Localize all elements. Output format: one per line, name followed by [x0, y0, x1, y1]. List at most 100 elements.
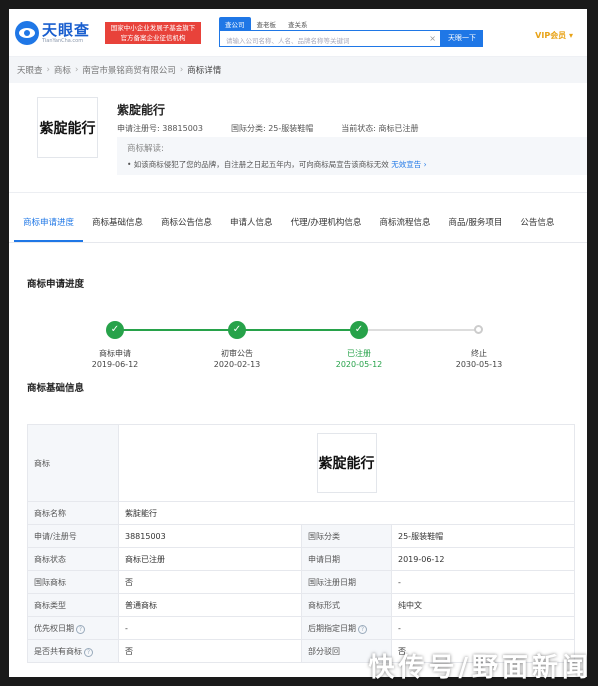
cell-key: 国际分类 — [301, 524, 392, 548]
tab-goods-services[interactable]: 商品/服务项目 — [439, 203, 511, 242]
help-icon[interactable]: ? — [84, 647, 93, 657]
progress-title: 商标申请进度 — [27, 279, 85, 290]
cell-key: 国际商标 — [27, 570, 119, 594]
cell-value: 否 — [118, 570, 302, 594]
status-value: 商标已注册 — [378, 124, 419, 133]
tab-announcement-info[interactable]: 商标公告信息 — [152, 203, 221, 242]
cell-key: 申请/注册号 — [27, 524, 119, 548]
tab-progress[interactable]: 商标申请进度 — [14, 203, 84, 242]
later-designation-label: 后期指定日期 — [308, 623, 356, 633]
tab-applicant[interactable]: 申请人信息 — [221, 203, 282, 242]
page-frame: 天眼查 TianYanCha.com 国家中小企业发展子基金旗下 官方备案企业征… — [9, 9, 587, 677]
trademark-image: 紫腚能行 — [316, 433, 377, 493]
detail-tabs: 商标申请进度 商标基础信息 商标公告信息 申请人信息 代理/办理机构信息 商标流… — [9, 203, 587, 243]
logo-cell: 紫腚能行 — [118, 424, 575, 502]
cell-value: 普通商标 — [118, 593, 302, 617]
pending-dot-icon — [474, 325, 483, 334]
trademark-meta: 申请注册号: 38815003 国际分类: 25-服装鞋帽 当前状态: 商标已注… — [117, 123, 447, 134]
cell-key: 是否共有商标? — [27, 639, 119, 663]
site-logo[interactable]: 天眼查 TianYanCha.com — [15, 20, 99, 45]
chevron-right-icon: › — [423, 160, 427, 169]
help-icon[interactable]: ? — [76, 624, 85, 634]
tab-agency[interactable]: 代理/办理机构信息 — [282, 203, 371, 242]
breadcrumb-home[interactable]: 天眼查 — [17, 64, 43, 76]
cell-value: 25-服装鞋帽 — [391, 524, 575, 548]
breadcrumb-company[interactable]: 南宫市景铭商贸有限公司 — [82, 64, 176, 76]
search-area: 查公司 查老板 查关系 请输入公司名称、人名、品牌名称等关键词 × 天眼一下 — [219, 17, 483, 47]
cell-key: 商标形式 — [301, 593, 392, 617]
cell-value: 2019-06-12 — [391, 547, 575, 571]
cell-value: - — [391, 616, 575, 640]
invalidation-link-label: 无效宣告 — [391, 160, 422, 169]
logo-label: 商标 — [27, 424, 119, 502]
cell-value: 否 — [118, 639, 302, 663]
search-placeholder: 请输入公司名称、人名、品牌名称等关键词 — [226, 37, 350, 45]
cell-key: 申请日期 — [301, 547, 392, 571]
step-terminate: 终止 2030-05-13 — [455, 349, 503, 369]
cell-key: 优先权日期? — [27, 616, 119, 640]
cell-value: 纯中文 — [391, 593, 575, 617]
check-icon: ✓ — [350, 321, 368, 339]
progress-timeline: ✓ ✓ ✓ 商标申请 2019-06-12 初审公告 2020-02-13 已注册 2… — [9, 290, 587, 380]
breadcrumb-trademark[interactable]: 商标 — [54, 64, 71, 76]
vip-button[interactable]: VIP会员 ▾ — [535, 30, 573, 41]
shared-trademark-label: 是否共有商标 — [34, 646, 82, 656]
tab-process[interactable]: 商标流程信息 — [370, 203, 439, 242]
trademark-name: 紫腚能行 — [117, 103, 166, 117]
intl-class-label: 国际分类: — [230, 124, 266, 133]
check-icon: ✓ — [106, 321, 124, 339]
breadcrumb-current: 商标详情 — [187, 66, 222, 76]
step-prelim: 初审公告 2020-02-13 — [213, 349, 261, 369]
help-icon[interactable]: ? — [358, 624, 367, 634]
basic-title: 商标基础信息 — [27, 383, 85, 394]
watermark: 快传号/野面新闻 — [368, 653, 592, 683]
check-icon: ✓ — [228, 321, 246, 339]
table-row: 商标名称 紫腚能行 — [27, 501, 575, 525]
eye-logo-icon — [15, 20, 39, 45]
search-tab-company[interactable]: 查公司 — [219, 17, 251, 30]
trademark-explain: 商标解读: • 如该商标侵犯了您的品牌，自注册之日起五年内，可向商标局宣告该商标… — [117, 137, 587, 175]
cell-value: - — [118, 616, 302, 640]
table-row: 国际商标 否 国际注册日期 - — [27, 570, 575, 594]
explain-text: • 如该商标侵犯了您的品牌，自注册之日起五年内，可向商标局宣告该商标无效 — [127, 160, 389, 169]
search-tab-boss[interactable]: 查老板 — [251, 17, 283, 30]
table-row: 申请/注册号 38815003 国际分类 25-服装鞋帽 — [27, 524, 575, 548]
priority-date-label: 优先权日期 — [34, 623, 74, 633]
cell-key: 国际注册日期 — [301, 570, 392, 594]
chevron-down-icon: ▾ — [568, 31, 573, 40]
cell-key: 后期指定日期? — [301, 616, 392, 640]
search-input[interactable]: 请输入公司名称、人名、品牌名称等关键词 × — [219, 30, 441, 47]
cell-value: 商标已注册 — [118, 547, 302, 571]
intl-class-value: 25-服装鞋帽 — [268, 124, 314, 133]
step-apply: 商标申请 2019-06-12 — [91, 349, 139, 369]
progress-line-pending — [359, 329, 479, 331]
reg-no-label: 申请注册号: — [117, 124, 160, 133]
official-badge: 国家中小企业发展子基金旗下 官方备案企业征信机构 — [105, 21, 201, 44]
reg-no-value: 38815003 — [162, 124, 203, 133]
name-label: 商标名称 — [27, 501, 119, 525]
name-value: 紫腚能行 — [118, 501, 575, 525]
search-button[interactable]: 天眼一下 — [441, 30, 483, 47]
top-header: 天眼查 TianYanCha.com 国家中小企业发展子基金旗下 官方备案企业征… — [9, 9, 587, 57]
tab-basic-info[interactable]: 商标基础信息 — [83, 203, 152, 242]
clear-icon[interactable]: × — [429, 34, 436, 43]
cell-key: 商标类型 — [27, 593, 119, 617]
table-row: 优先权日期? - 后期指定日期? - — [27, 616, 575, 640]
cell-value: - — [391, 570, 575, 594]
cell-key: 商标状态 — [27, 547, 119, 571]
table-row: 商标状态 商标已注册 申请日期 2019-06-12 — [27, 547, 575, 571]
step-registered: 已注册 2020-05-12 — [335, 349, 383, 369]
search-tab-relation[interactable]: 查关系 — [282, 17, 314, 30]
badge-line-1: 国家中小企业发展子基金旗下 — [110, 23, 196, 32]
tab-announcements[interactable]: 公告信息 — [511, 203, 563, 242]
trademark-logo: 紫腚能行 — [37, 97, 98, 158]
logo-domain: TianYanCha.com — [42, 37, 84, 44]
invalidation-link[interactable]: 无效宣告 › — [391, 160, 426, 169]
status-label: 当前状态: — [341, 124, 376, 133]
table-row: 商标类型 普通商标 商标形式 纯中文 — [27, 593, 575, 617]
vip-label: VIP会员 — [535, 31, 567, 40]
explain-title: 商标解读: — [127, 144, 164, 154]
badge-line-2: 官方备案企业征信机构 — [120, 33, 186, 42]
basic-info-table: 商标 紫腚能行 商标名称 紫腚能行 申请/注册号 38815003 国际分类 2… — [27, 424, 575, 663]
breadcrumb: 天眼查 › 商标 › 南宫市景铭商贸有限公司 › 商标详情 — [9, 57, 587, 83]
